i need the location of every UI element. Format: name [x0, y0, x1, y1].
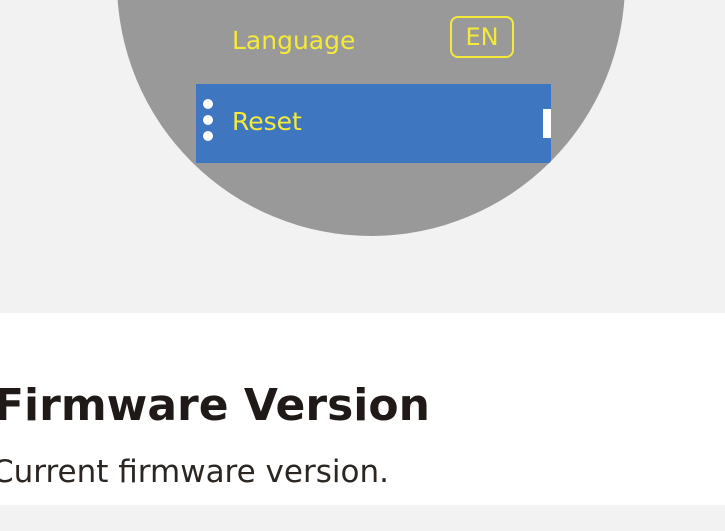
next-panel	[0, 505, 725, 531]
section-description: Current firmware version.	[0, 454, 389, 490]
language-value-badge[interactable]: EN	[450, 16, 514, 58]
menu-item-reset[interactable]: Reset	[196, 84, 551, 163]
language-label: Language	[232, 26, 356, 55]
section-title: Firmware Version	[0, 380, 430, 431]
device-preview-panel: Language EN Reset	[0, 0, 725, 313]
reset-label: Reset	[232, 107, 302, 136]
scroll-indicator	[543, 109, 551, 138]
more-vertical-icon	[203, 99, 215, 149]
device-screen: Language EN Reset	[117, 0, 625, 236]
